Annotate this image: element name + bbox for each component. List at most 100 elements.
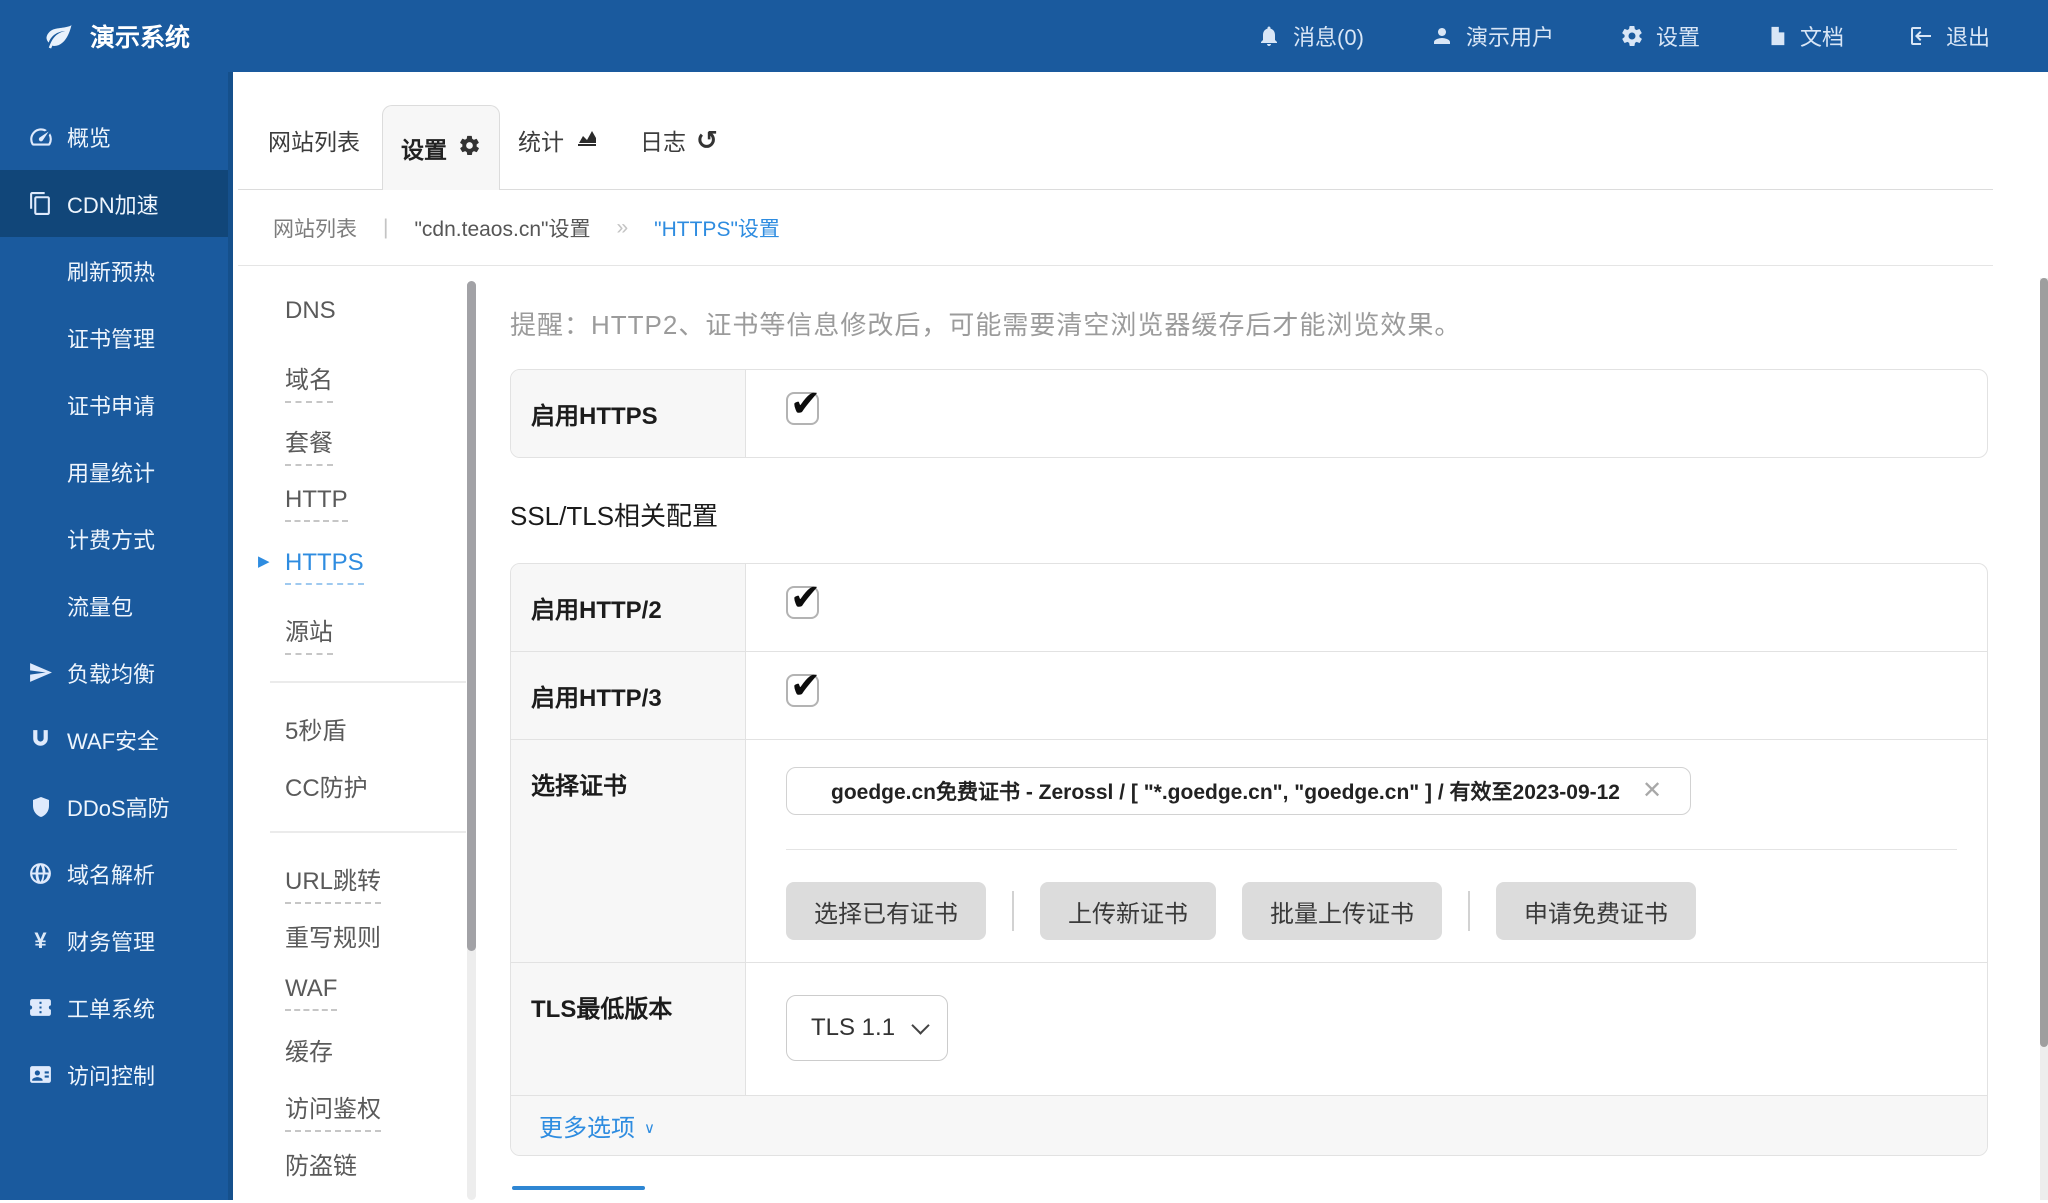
subnav-item-cc-protection[interactable]: CC防护 (285, 768, 472, 825)
sidebar-item-label: 负载均衡 (67, 657, 155, 689)
subnav-label[interactable]: DNS (285, 297, 336, 331)
breadcrumb-website-list[interactable]: 网站列表 (273, 213, 357, 243)
chevron-down-icon (911, 1016, 929, 1034)
page-scrollbar-thumb[interactable] (2040, 278, 2048, 1047)
sidebar-item-access-control[interactable]: 访问控制 (0, 1041, 228, 1108)
sidebar-item-billing-method[interactable]: 计费方式 (0, 505, 228, 572)
sidebar-item-label: 流量包 (67, 590, 133, 622)
save-button-partial[interactable] (512, 1186, 645, 1190)
sidebar-item-waf[interactable]: WAF安全 (0, 706, 228, 773)
gauge-icon (27, 123, 54, 150)
subnav-label[interactable]: 5秒盾 (285, 711, 346, 752)
breadcrumb-https-settings[interactable]: "HTTPS"设置 (654, 213, 780, 243)
row-label: 启用HTTP/3 (511, 652, 746, 739)
subnav-label[interactable]: 源站 (285, 612, 333, 655)
subnav-label[interactable]: 防盗链 (285, 1146, 357, 1187)
more-options-link[interactable]: 更多选项 (539, 1108, 635, 1143)
sidebar-item-load-balancer[interactable]: 负载均衡 (0, 639, 228, 706)
select-existing-cert-button[interactable]: 选择已有证书 (786, 882, 986, 940)
enable-https-checkbox[interactable] (786, 392, 819, 425)
enable-http3-row: 启用HTTP/3 (511, 651, 1987, 739)
subnav-item-hotlink-protection[interactable]: 防盗链 (285, 1146, 472, 1203)
selected-cert-chip: goedge.cn免费证书 - Zerossl / [ "*.goedge.cn… (786, 767, 1691, 815)
subnav-label[interactable]: WAF (285, 975, 337, 1011)
subnav-label[interactable]: HTTPS (285, 549, 364, 585)
tab-website-list[interactable]: 网站列表 (268, 123, 360, 189)
sidebar-item-finance[interactable]: ¥ 财务管理 (0, 907, 228, 974)
subnav-item-dns[interactable]: DNS (285, 297, 472, 360)
sidebar-item-refresh-preheat[interactable]: 刷新预热 (0, 237, 228, 304)
subnav-label[interactable]: 访问鉴权 (285, 1089, 381, 1132)
subnav-item-5s-shield[interactable]: 5秒盾 (285, 711, 472, 768)
subnav-item-domain[interactable]: 域名 (285, 360, 472, 423)
row-label: TLS最低版本 (511, 963, 746, 1095)
upload-new-cert-button[interactable]: 上传新证书 (1040, 882, 1216, 940)
subnav-item-plan[interactable]: 套餐 (285, 423, 472, 486)
https-settings-panel: 提醒：HTTP2、证书等信息修改后，可能需要清空浏览器缓存后才能浏览效果。 启用… (482, 267, 2048, 1200)
tls-version-select[interactable]: TLS 1.1 (786, 995, 948, 1061)
remove-cert-icon[interactable]: ✕ (1642, 779, 1662, 803)
enable-http3-checkbox[interactable] (786, 674, 819, 707)
sidebar-item-label: 概览 (67, 121, 111, 153)
subnav-item-https[interactable]: ▶ HTTPS (285, 549, 472, 612)
subnav-item-http[interactable]: HTTP (285, 486, 472, 549)
enable-http2-checkbox[interactable] (786, 586, 819, 619)
sidebar-item-cdn[interactable]: CDN加速 (0, 170, 228, 237)
subnav-item-origin[interactable]: 源站 (285, 612, 472, 675)
yen-icon: ¥ (27, 927, 54, 954)
breadcrumb-separator: » (616, 216, 628, 240)
tab-settings[interactable]: 设置 (382, 105, 500, 190)
cert-buttons-row: 选择已有证书 上传新证书 批量上传证书 申请免费证书 (786, 882, 1957, 940)
subnav-scrollbar-thumb[interactable] (467, 281, 476, 951)
tab-label: 设置 (401, 131, 447, 165)
topbar-settings[interactable]: 设置 (1620, 20, 1700, 52)
subnav-label[interactable]: CC防护 (285, 768, 368, 809)
subnav-label[interactable]: 套餐 (285, 423, 333, 466)
subnav-item-cache[interactable]: 缓存 (285, 1032, 472, 1089)
subnav-label[interactable]: 重写规则 (285, 918, 381, 959)
topbar-docs[interactable]: 文档 (1766, 20, 1844, 52)
batch-upload-cert-button[interactable]: 批量上传证书 (1242, 882, 1442, 940)
sidebar-item-label: WAF安全 (67, 724, 159, 756)
document-icon (1766, 24, 1788, 48)
tab-label: 网站列表 (268, 123, 360, 157)
more-options-row: 更多选项 ∨ (511, 1095, 1987, 1155)
subnav-item-url-redirect[interactable]: URL跳转 (285, 861, 472, 918)
topbar-menu: 消息(0) 演示用户 设置 文档 退出 (1257, 20, 1990, 52)
row-label: 启用HTTP/2 (511, 564, 746, 651)
ticket-icon (27, 994, 54, 1021)
topbar-logout[interactable]: 退出 (1910, 20, 1990, 52)
paper-plane-icon (27, 659, 54, 686)
cert-chip-label: goedge.cn免费证书 - Zerossl / [ "*.goedge.cn… (831, 776, 1620, 806)
sidebar: 概览 CDN加速 刷新预热 证书管理 证书申请 用量统计 计费方式 流量包 (0, 72, 233, 1200)
sidebar-item-overview[interactable]: 概览 (0, 103, 228, 170)
sidebar-item-ddos[interactable]: DDoS高防 (0, 773, 228, 840)
sidebar-item-dns-resolve[interactable]: 域名解析 (0, 840, 228, 907)
tab-statistics[interactable]: 统计 (518, 123, 600, 189)
sidebar-item-usage-stats[interactable]: 用量统计 (0, 438, 228, 505)
magnet-icon (27, 726, 54, 753)
subnav-label[interactable]: 域名 (285, 360, 333, 403)
subnav-label[interactable]: HTTP (285, 486, 348, 522)
subnav-label[interactable]: URL跳转 (285, 861, 381, 904)
sidebar-item-label: 用量统计 (67, 456, 155, 488)
apply-free-cert-button[interactable]: 申请免费证书 (1496, 882, 1696, 940)
app-brand[interactable]: 演示系统 (44, 18, 190, 54)
sidebar-item-cert-manage[interactable]: 证书管理 (0, 304, 228, 371)
shield-icon (27, 793, 54, 820)
topbar-user[interactable]: 演示用户 (1430, 20, 1554, 52)
bell-icon (1257, 24, 1281, 48)
user-icon (1430, 24, 1454, 48)
sidebar-item-tickets[interactable]: 工单系统 (0, 974, 228, 1041)
topbar-messages[interactable]: 消息(0) (1257, 20, 1364, 52)
sidebar-item-cert-apply[interactable]: 证书申请 (0, 371, 228, 438)
tab-logs[interactable]: 日志 ↺ (640, 123, 718, 189)
subnav-label[interactable]: 缓存 (285, 1032, 333, 1073)
breadcrumb-site-settings[interactable]: "cdn.teaos.cn"设置 (414, 213, 590, 243)
subnav-item-waf[interactable]: WAF (285, 975, 472, 1032)
row-label: 选择证书 (511, 740, 746, 962)
subnav-item-rewrite-rules[interactable]: 重写规则 (285, 918, 472, 975)
subnav-item-access-auth[interactable]: 访问鉴权 (285, 1089, 472, 1146)
sidebar-item-label: 财务管理 (67, 925, 155, 957)
sidebar-item-traffic-package[interactable]: 流量包 (0, 572, 228, 639)
